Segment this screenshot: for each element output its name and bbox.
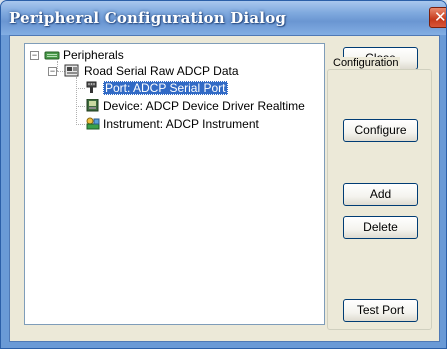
device-driver-icon [86, 99, 99, 112]
dialog-window: Peripheral Configuration Dialog ✕ − Peri… [0, 0, 447, 349]
collapse-icon[interactable]: − [30, 51, 39, 60]
tree-node-label: Road Serial Raw ADCP Data [84, 64, 239, 78]
tree-node-label: Instrument: ADCP Instrument [103, 117, 259, 131]
instrument-icon [86, 117, 100, 130]
tree-connector [76, 124, 85, 125]
dialog-body: − Peripherals − Road Serial Raw ADCP Dat… [9, 35, 440, 342]
serial-port-icon [86, 81, 97, 93]
data-source-icon [64, 64, 79, 77]
tree-node-label: Device: ADCP Device Driver Realtime [103, 99, 305, 113]
tree-node-read-serial-data[interactable]: − Road Serial Raw ADCP Data [46, 64, 286, 78]
tree-node-label: Peripherals [63, 48, 124, 62]
configure-button[interactable]: Configure [343, 119, 418, 142]
window-title: Peripheral Configuration Dialog [9, 9, 287, 27]
add-button[interactable]: Add [343, 183, 418, 206]
tree-node-label-selected: Port: ADCP Serial Port [103, 81, 228, 95]
delete-button[interactable]: Delete [343, 216, 418, 239]
tree-connector [76, 88, 85, 89]
tree-node-device[interactable]: Device: ADCP Device Driver Realtime [85, 99, 325, 113]
tree-node-port[interactable]: Port: ADCP Serial Port [85, 81, 285, 95]
close-icon: ✕ [434, 8, 447, 26]
configuration-group-label: Configuration [331, 57, 401, 69]
test-port-button[interactable]: Test Port [343, 299, 418, 322]
collapse-icon[interactable]: − [48, 67, 57, 76]
tree-node-instrument[interactable]: Instrument: ADCP Instrument [85, 117, 305, 131]
tree-node-peripherals[interactable]: − Peripherals [29, 48, 149, 62]
tree-connector [76, 106, 85, 107]
peripheral-tree[interactable]: − Peripherals − Road Serial Raw ADCP Dat… [24, 43, 325, 325]
tree-connector [76, 77, 77, 125]
peripherals-icon [44, 51, 60, 60]
window-close-button[interactable]: ✕ [429, 7, 447, 28]
title-bar[interactable]: Peripheral Configuration Dialog ✕ [1, 1, 446, 35]
